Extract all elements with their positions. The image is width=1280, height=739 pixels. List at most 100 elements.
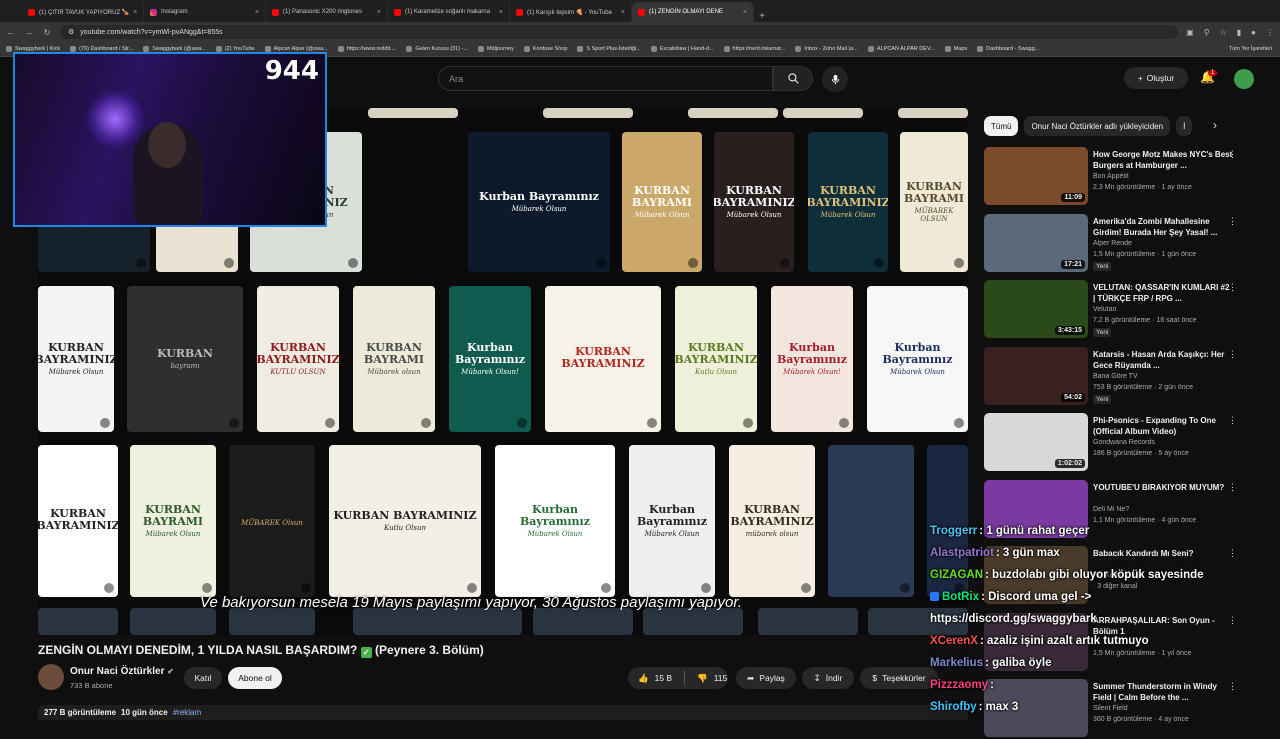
channel-name[interactable]: Gondwana Records <box>1093 439 1155 446</box>
browser-tab[interactable]: (1) Karamelize soğanlı makarna × <box>388 2 510 22</box>
video-title[interactable]: Amerika'da Zombi Mahallesine Girdim! Bur… <box>1093 216 1233 238</box>
kurban-card[interactable]: KURBAN BAYRAMINIZ Kutlu Olsun <box>675 286 757 432</box>
kurban-card[interactable]: KURBAN BAYRAMINIZ <box>38 445 118 597</box>
close-icon[interactable]: × <box>255 9 259 16</box>
kurban-card[interactable]: KURBAN BAYRAMINIZ Mübarek Olsun <box>714 132 794 272</box>
more-options-icon[interactable]: ⋮ <box>1228 415 1237 426</box>
channel-name[interactable]: Alper Rende <box>1093 240 1132 247</box>
kurban-card[interactable]: KURBAN BAYRAMINIZ mübarek olsun <box>729 445 815 597</box>
close-icon[interactable]: × <box>621 9 625 16</box>
video-thumbnail[interactable]: 54:02 <box>984 346 1088 405</box>
video-thumbnail[interactable]: 3:43:15 <box>984 280 1088 338</box>
bookmark-item[interactable]: https://www.reddit.... <box>337 46 396 52</box>
recommended-video[interactable]: 17:21 Amerika'da Zombi Mahallesine Girdim… <box>984 213 1256 274</box>
video-title[interactable]: YOUTUBE'U BIRAKIYOR MUYUM? <box>1093 482 1233 493</box>
kurban-card[interactable]: KURBAN BAYRAMI Mübarek Olsun <box>622 132 702 272</box>
site-info-icon[interactable]: ⚙ <box>68 28 74 36</box>
more-options-icon[interactable]: ⋮ <box>1228 282 1237 293</box>
kurban-card[interactable]: KURBAN BAYRAMINIZ Mübarek Olsun <box>808 132 888 272</box>
channel-name[interactable]: Velutan <box>1093 306 1116 313</box>
like-icon[interactable]: 👍 <box>638 673 649 684</box>
video-thumbnail[interactable]: 17:21 <box>984 213 1088 272</box>
kurban-card[interactable]: Kurban Bayramınız Mübarek Olsun! <box>449 286 531 432</box>
subscribe-button[interactable]: Abone ol <box>228 667 282 689</box>
more-options-icon[interactable]: ⋮ <box>1228 482 1237 493</box>
bookmark-item[interactable]: Midjourney <box>477 46 514 52</box>
all-bookmarks-folder[interactable]: Tüm Yer İşaretleri <box>1229 46 1272 52</box>
bookmark-item[interactable]: Gelen Kutusu (31) -... <box>406 46 468 52</box>
video-title[interactable]: Phi-Psonics - Expanding To One (Official… <box>1093 415 1233 437</box>
description-box[interactable]: 277 B görüntüleme 10 gün önce #reklam <box>38 705 968 720</box>
thanks-button[interactable]: $ Teşekkürler <box>860 667 938 689</box>
chevron-right-icon[interactable]: › <box>1213 118 1217 132</box>
close-icon[interactable]: × <box>743 9 747 16</box>
more-options-icon[interactable]: ⋮ <box>1228 149 1237 160</box>
zoom-icon[interactable]: ⚲ <box>1204 28 1210 37</box>
recommended-video[interactable]: 3:43:15 VELUTAN: QASSAR'IN KUMLARI #2 | T… <box>984 280 1256 340</box>
menu-icon[interactable]: ⋮ <box>1266 28 1274 37</box>
account-avatar[interactable] <box>1234 69 1254 89</box>
browser-tab[interactable]: (1) Panasonic X200 ringtones × <box>266 2 388 22</box>
browser-tab[interactable]: Instagram × <box>144 2 266 22</box>
search-input[interactable]: Ara <box>438 66 773 91</box>
reload-icon[interactable]: ↻ <box>42 28 52 37</box>
browser-tab[interactable]: (1) Karışık tepsim 🍕 - YouTube × <box>510 2 632 22</box>
kurban-card[interactable]: MÜBAREK Olsun <box>229 445 315 597</box>
more-options-icon[interactable]: ⋮ <box>1228 216 1237 227</box>
channel-name[interactable]: Bana Göre TV <box>1093 373 1138 380</box>
forward-icon[interactable]: → <box>24 28 34 37</box>
bookmark-item[interactable]: S Sport Plus-İstediği... <box>577 46 641 52</box>
kurban-card[interactable]: KURBAN BAYRAMI Mübarek olsun <box>353 286 435 432</box>
dislike-count[interactable]: 115 <box>714 673 728 683</box>
video-thumbnail[interactable]: 11:09 <box>984 147 1088 205</box>
kurban-card[interactable]: KURBAN BAYRAMI Mübarek Olsun <box>130 445 216 597</box>
recommended-video[interactable]: 1:02:02 Phi-Psonics - Expanding To One (O… <box>984 413 1256 473</box>
profile-icon[interactable]: ● <box>1251 28 1256 37</box>
hashtag-link[interactable]: #reklam <box>173 708 201 717</box>
dislike-icon[interactable]: 👎 <box>697 673 708 684</box>
filter-chip[interactable]: Tümü <box>984 116 1019 136</box>
video-title[interactable]: Katarsis - Hasan Arda Kaşıkçı: Her Gece … <box>1093 349 1233 371</box>
browser-tab[interactable]: (1) ÇITIR TAVUK YAPIYORUZ 🍗 × <box>22 2 144 22</box>
kurban-card[interactable]: KURBAN bayramı <box>127 286 243 432</box>
create-button[interactable]: + Oluştur <box>1124 67 1188 89</box>
channel-name[interactable]: Bon Appétit <box>1093 173 1129 180</box>
more-options-icon[interactable]: ⋮ <box>1228 349 1237 360</box>
kurban-card[interactable]: KURBAN BAYRAMINIZ <box>545 286 661 432</box>
download-button[interactable]: ↧ İndir <box>802 667 854 689</box>
channel-name[interactable]: Deli Mi Ne? <box>1093 506 1129 513</box>
bookmark-item[interactable]: Maps <box>944 46 967 52</box>
star-icon[interactable]: ☆ <box>1220 28 1227 37</box>
bookmark-item[interactable]: Excalidraw | Hand-d... <box>650 46 714 52</box>
browser-tab[interactable]: (1) ZENGİN OLMAYI DENE × <box>632 2 754 22</box>
channel-name[interactable]: Onur Naci Öztürkler ✔ <box>70 666 174 677</box>
filter-chip[interactable]: Onur Naci Öztürkler adlı yükleyiciden <box>1024 116 1171 136</box>
video-title[interactable]: How George Motz Makes NYC's Best Burgers… <box>1093 149 1233 171</box>
recommended-video[interactable]: 54:02 Katarsis - Hasan Arda Kaşıkçı: Her … <box>984 346 1256 407</box>
kurban-card[interactable]: Kurban Bayramınız Mübarek Olsun <box>495 445 615 597</box>
close-icon[interactable]: × <box>133 9 137 16</box>
bookmark-item[interactable]: Inbox - Zoho Mail (a... <box>795 46 858 52</box>
kurban-card[interactable]: KURBAN BAYRAMI MÜBAREK OLSUN <box>900 132 968 272</box>
kurban-card[interactable]: Kurban Bayramınız Mübarek Olsun! <box>771 286 853 432</box>
kurban-card[interactable] <box>828 445 914 597</box>
bookmark-item[interactable]: https://nerit.inkarnat... <box>723 46 785 52</box>
kurban-card[interactable]: KURBAN BAYRAMINIZ Kutlu Olsun <box>329 445 481 597</box>
voice-search-button[interactable] <box>822 66 848 92</box>
join-button[interactable]: Katıl <box>184 667 222 689</box>
like-count[interactable]: 15 B <box>655 673 673 683</box>
bookmark-item[interactable]: ALPCAN ALPAR DEV... <box>867 46 935 52</box>
video-title[interactable]: VELUTAN: QASSAR'IN KUMLARI #2 | TÜRKÇE F… <box>1093 282 1233 304</box>
close-icon[interactable]: × <box>377 9 381 16</box>
kurban-card[interactable]: Kurban Bayramınız Mübarek Olsun <box>867 286 968 432</box>
cast-icon[interactable]: ▣ <box>1186 28 1194 37</box>
url-input[interactable]: ⚙ youtube.com/watch?v=ymWl-pvANgg&t=855s <box>60 25 1179 39</box>
bookmark-item[interactable]: Dashboard - Swagg... <box>977 46 1039 52</box>
kurban-card[interactable]: Kurban Bayramınız Mübarek Olsun <box>629 445 715 597</box>
kurban-card[interactable]: KURBAN BAYRAMINIZ Mübarek Olsun <box>38 286 114 432</box>
close-icon[interactable]: × <box>499 9 503 16</box>
new-tab-icon[interactable]: + <box>754 11 770 22</box>
extensions-icon[interactable]: ▮ <box>1237 28 1241 37</box>
kurban-card[interactable]: Kurban Bayramınız Mübarek Olsun <box>468 132 610 272</box>
search-button[interactable] <box>773 66 813 91</box>
